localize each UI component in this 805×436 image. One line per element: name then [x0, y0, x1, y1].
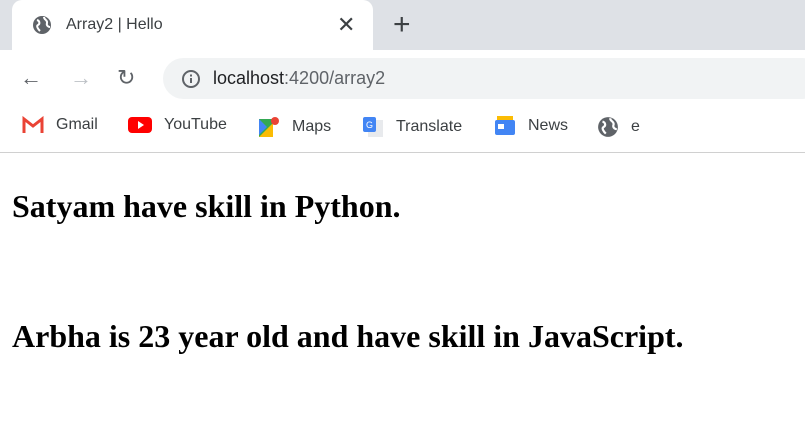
- bookmark-label: News: [528, 117, 569, 134]
- url-text[interactable]: localhost:4200/array2: [213, 68, 385, 89]
- reload-button[interactable]: ↻: [117, 65, 135, 91]
- bookmark-e[interactable]: e: [597, 116, 640, 138]
- skill-line-2: Arbha is 23 year old and have skill in J…: [12, 318, 684, 354]
- bookmark-youtube[interactable]: YouTube: [128, 116, 227, 134]
- address-bar[interactable]: localhost:4200/array2: [163, 58, 805, 99]
- bookmark-label: e: [631, 118, 640, 135]
- maps-icon: [259, 117, 279, 137]
- bookmark-label: YouTube: [164, 116, 227, 133]
- bookmark-label: Gmail: [56, 116, 98, 133]
- bookmark-translate[interactable]: G Translate: [362, 116, 462, 138]
- close-tab-icon[interactable]: ✕: [337, 12, 355, 38]
- translate-icon: G: [363, 117, 383, 137]
- news-icon: [495, 116, 515, 135]
- bookmarks-bar: Gmail YouTube Maps G Translate News e: [0, 104, 805, 153]
- bookmark-gmail[interactable]: Gmail: [22, 116, 98, 134]
- bookmark-news[interactable]: News: [494, 116, 568, 136]
- bookmark-maps[interactable]: Maps: [258, 116, 331, 138]
- bookmark-label: Translate: [396, 118, 463, 135]
- new-tab-button[interactable]: +: [393, 8, 411, 42]
- youtube-icon: [128, 117, 152, 133]
- url-host: localhost: [213, 68, 285, 88]
- globe-icon: [33, 16, 51, 34]
- gmail-icon: [22, 116, 44, 133]
- url-path: :4200/array2: [284, 68, 386, 88]
- globe-icon: [598, 117, 618, 137]
- skill-line-1: Satyam have skill in Python.: [12, 188, 401, 224]
- forward-button[interactable]: →: [70, 65, 92, 91]
- svg-text:G: G: [366, 120, 373, 130]
- info-icon[interactable]: [181, 69, 201, 89]
- tab-strip: Array2 | Hello ✕ +: [0, 0, 805, 52]
- tab-active[interactable]: Array2 | Hello ✕: [12, 0, 373, 52]
- back-button[interactable]: ←: [20, 65, 42, 91]
- bookmark-label: Maps: [292, 118, 332, 135]
- tab-title: Array2 | Hello: [66, 16, 163, 33]
- toolbar: ← → ↻ localhost:4200/array2: [0, 50, 805, 104]
